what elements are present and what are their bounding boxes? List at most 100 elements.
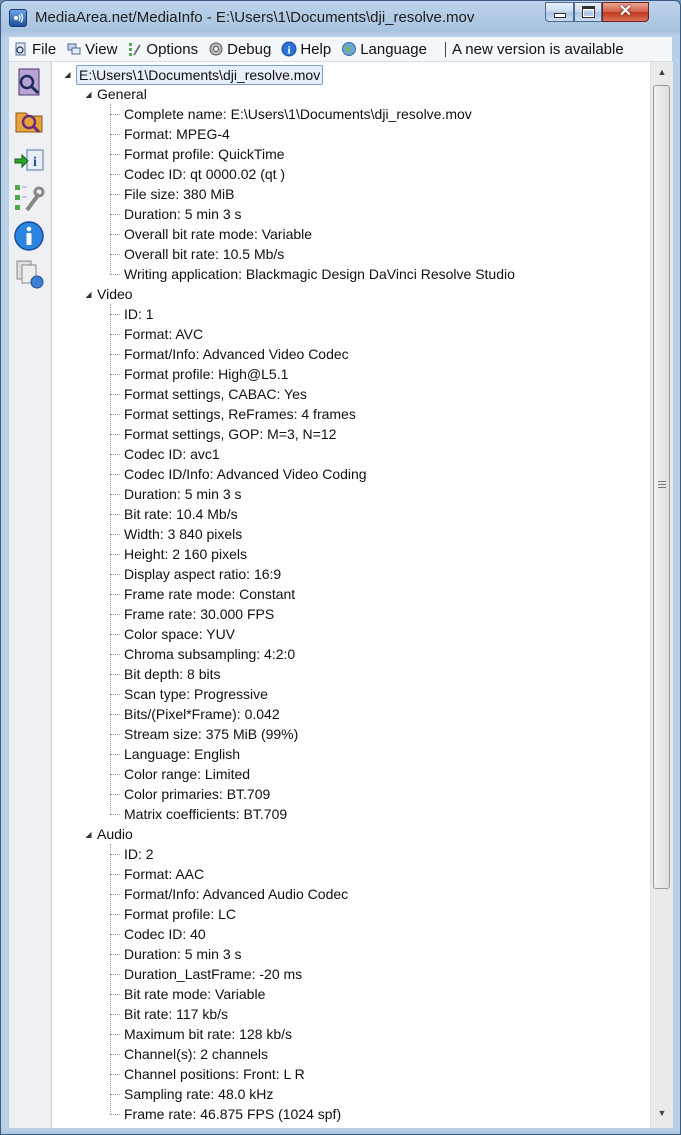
tree-item[interactable]: Color range: Limited [124,764,250,784]
info-tree[interactable]: ◢ E:\Users\1\Documents\dji_resolve.mov ◢… [52,62,650,1128]
tree-item[interactable]: Overall bit rate mode: Variable [124,224,312,244]
sheet-view-icon [16,260,44,289]
menu-view[interactable]: View [62,38,123,60]
tree-item[interactable]: Format/Info: Advanced Audio Codec [124,884,348,904]
tree-item[interactable]: Chroma subsampling: 4:2:0 [124,644,295,664]
tree-item[interactable]: Frame rate mode: Constant [124,584,295,604]
sidebar: i [9,62,52,1128]
tree-item[interactable]: Format profile: QuickTime [124,144,285,164]
language-icon [341,41,357,57]
new-version-notice[interactable]: A new version is available [452,41,624,58]
section-collapse-icon[interactable]: ◢ [84,290,93,299]
tree-item[interactable]: Scan type: Progressive [124,684,268,704]
menu-options[interactable]: Options [123,38,204,60]
tree-item[interactable]: Channel positions: Front: L R [124,1064,305,1084]
tree-item[interactable]: Color primaries: BT.709 [124,784,270,804]
about-button[interactable] [13,220,45,252]
tree-item[interactable]: Language: English [124,744,240,764]
menu-file[interactable]: File [9,38,62,60]
about-icon [14,221,44,251]
tree-item[interactable]: Maximum bit rate: 128 kb/s [124,1024,292,1044]
tree-item[interactable]: Bits/(Pixel*Frame): 0.042 [124,704,280,724]
tree-item[interactable]: Codec ID: avc1 [124,444,220,464]
scroll-down-icon[interactable]: ▼ [651,1105,673,1122]
tree-item[interactable]: Bit rate: 117 kb/s [124,1004,228,1024]
tree-item[interactable]: Codec ID/Info: Advanced Video Coding [124,464,367,484]
tree-item[interactable]: Writing application: Blackmagic Design D… [124,264,515,284]
tree-item[interactable]: Codec ID: qt 0000.02 (qt ) [124,164,285,184]
minimize-button[interactable] [545,2,574,22]
tree-item[interactable]: Complete name: E:\Users\1\Documents\dji_… [124,104,472,124]
tree-item[interactable]: Color space: YUV [124,624,235,644]
svg-text:i: i [33,155,37,170]
tree-item[interactable]: Duration: 5 min 3 s [124,944,242,964]
close-button[interactable]: ✕ [602,2,649,22]
tree-item[interactable]: Height: 2 160 pixels [124,544,247,564]
tree-section-audio[interactable]: Audio [97,824,133,844]
export-icon: i [14,149,44,171]
menu-debug[interactable]: Debug [204,38,277,60]
export-button[interactable]: i [13,144,45,176]
tree-item[interactable]: Format settings, GOP: M=3, N=12 [124,424,336,444]
menu-bar: File View Options Debug i Help Language … [9,37,672,62]
tree-item[interactable]: Format: AVC [124,324,203,344]
tree-item[interactable]: Display aspect ratio: 16:9 [124,564,281,584]
tree-item[interactable]: Format settings, ReFrames: 4 frames [124,404,356,424]
tree-item[interactable]: File size: 380 MiB [124,184,234,204]
tree-item[interactable]: Overall bit rate: 10.5 Mb/s [124,244,284,264]
preferences-button[interactable] [13,182,45,214]
tree-item[interactable]: Format profile: LC [124,904,236,924]
open-file-button[interactable] [13,66,45,98]
tree-root-file[interactable]: E:\Users\1\Documents\dji_resolve.mov [76,65,324,85]
help-icon: i [281,41,297,57]
tree-item[interactable]: Frame rate: 46.875 FPS (1024 spf) [124,1104,341,1124]
tree-section-general[interactable]: General [97,84,147,104]
tree-item[interactable]: ID: 2 [124,844,154,864]
menu-language[interactable]: Language [337,38,433,60]
menu-help-label: Help [300,40,332,58]
file-icon [13,41,29,57]
preferences-icon [15,185,45,212]
root-collapse-icon[interactable]: ◢ [63,70,72,79]
tree-item[interactable]: Stream size: 375 MiB (99%) [124,724,298,744]
tree-item[interactable]: Codec ID: 40 [124,924,206,944]
tree-item[interactable]: Frame rate: 30.000 FPS [124,604,274,624]
vertical-scrollbar[interactable]: ▲ ▼ [650,62,673,1128]
tree-item[interactable]: Matrix coefficients: BT.709 [124,804,287,824]
scroll-up-icon[interactable]: ▲ [651,64,673,81]
tree-item[interactable]: Duration: 5 min 3 s [124,204,242,224]
main-area: i ◢ E:\Users\1\Documents\dji_resolve.mov… [9,62,673,1128]
tree-item[interactable]: Format settings, CABAC: Yes [124,384,307,404]
debug-icon [208,41,224,57]
tree-item[interactable]: Format: MPEG-4 [124,124,230,144]
mediainfo-app-icon [9,9,27,27]
minimize-icon [553,12,566,18]
tree-item[interactable]: Sampling rate: 48.0 kHz [124,1084,273,1104]
maximize-button[interactable] [574,2,602,22]
tree-item[interactable]: Bit rate mode: Variable [124,984,265,1004]
tree-item[interactable]: Duration_LastFrame: -20 ms [124,964,302,984]
tree-item[interactable]: Format/Info: Advanced Video Codec [124,344,349,364]
tree-section-video[interactable]: Video [97,284,133,304]
close-icon: ✕ [618,3,633,20]
section-collapse-icon[interactable]: ◢ [84,830,93,839]
menu-debug-label: Debug [227,40,272,58]
open-folder-button[interactable] [13,104,45,136]
tree-item[interactable]: Width: 3 840 pixels [124,524,242,544]
menu-options-label: Options [146,40,199,58]
section-collapse-icon[interactable]: ◢ [84,90,93,99]
svg-text:i: i [288,45,291,57]
mediainfo-window: MediaArea.net/MediaInfo - E:\Users\1\Doc… [0,0,681,1135]
tree-item[interactable]: Duration: 5 min 3 s [124,484,242,504]
menu-help[interactable]: i Help [277,38,337,60]
tree-item[interactable]: Bit depth: 8 bits [124,664,221,684]
scroll-thumb[interactable] [653,85,670,889]
tree-item[interactable]: Format profile: High@L5.1 [124,364,288,384]
open-folder-icon [15,112,43,134]
tree-item[interactable]: ID: 1 [124,304,154,324]
title-bar[interactable]: MediaArea.net/MediaInfo - E:\Users\1\Doc… [1,1,680,37]
sheet-view-button[interactable] [13,258,45,290]
tree-item[interactable]: Bit rate: 10.4 Mb/s [124,504,238,524]
tree-item[interactable]: Format: AAC [124,864,204,884]
tree-item[interactable]: Channel(s): 2 channels [124,1044,268,1064]
